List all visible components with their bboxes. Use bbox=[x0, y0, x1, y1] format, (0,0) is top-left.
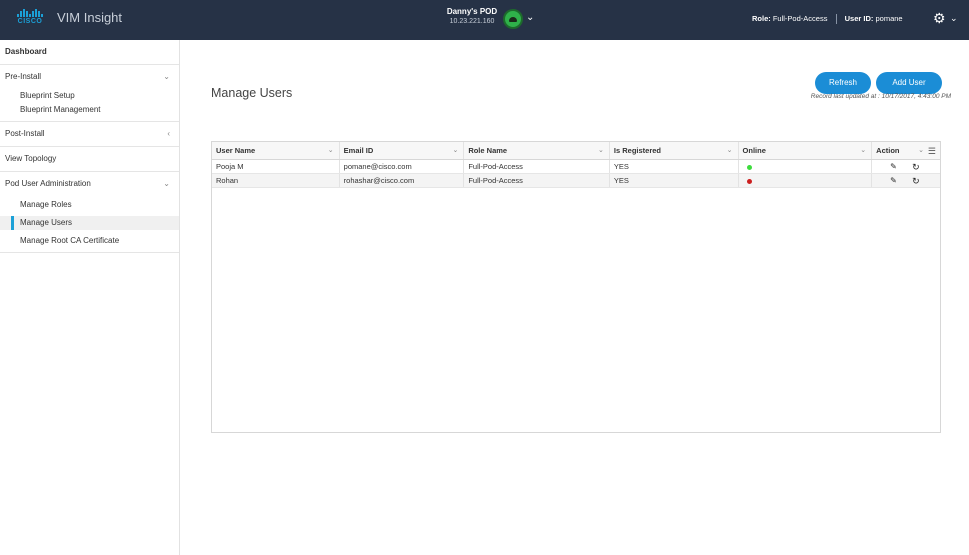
pod-ip: 10.23.221.160 bbox=[449, 18, 495, 25]
chevron-left-icon: ‹ bbox=[167, 129, 170, 138]
sidebar-item-blueprint-setup[interactable]: Blueprint Setup bbox=[0, 89, 179, 103]
chevron-down-icon: ⌄ bbox=[163, 72, 170, 81]
cisco-word: CISCO bbox=[17, 18, 43, 25]
sidebar-item-pod-user-administration[interactable]: Pod User Administration ⌄ bbox=[0, 172, 179, 196]
column-header-email[interactable]: Email ID ⌄ bbox=[340, 142, 465, 159]
cisco-logo-icon: CISCO bbox=[17, 9, 43, 26]
last-updated-text: Record last updated at : 10/17/2017, 4:4… bbox=[810, 93, 951, 100]
edit-icon[interactable]: ✎ bbox=[890, 160, 897, 173]
sidebar: Dashboard Pre-Install ⌄ Blueprint Setup … bbox=[0, 40, 180, 555]
sidebar-item-manage-users[interactable]: Manage Users bbox=[0, 216, 179, 230]
sidebar-item-manage-root-ca-certificate[interactable]: Manage Root CA Certificate bbox=[0, 234, 179, 248]
cell-email: rohashar@cisco.com bbox=[340, 174, 465, 187]
table-row[interactable]: Pooja M pomane@cisco.com Full-Pod-Access… bbox=[212, 160, 940, 174]
sort-icon[interactable]: ⌄ bbox=[328, 142, 334, 159]
cell-role-name: Full-Pod-Access bbox=[464, 174, 610, 187]
cell-user-name: Pooja M bbox=[212, 160, 340, 173]
role-label: Role: bbox=[752, 14, 771, 23]
brand[interactable]: CISCO VIM Insight bbox=[17, 9, 122, 26]
online-status-icon bbox=[746, 164, 752, 170]
add-user-button[interactable]: Add User bbox=[876, 72, 942, 94]
column-header-user-name[interactable]: User Name ⌄ bbox=[212, 142, 340, 159]
chevron-down-icon: ⌄ bbox=[163, 179, 170, 188]
table-row[interactable]: Rohan rohashar@cisco.com Full-Pod-Access… bbox=[212, 174, 940, 188]
sort-icon[interactable]: ⌄ bbox=[598, 142, 604, 159]
divider bbox=[835, 14, 837, 25]
sidebar-item-manage-roles[interactable]: Manage Roles bbox=[0, 198, 179, 212]
cell-online bbox=[739, 160, 873, 173]
cell-is-registered: YES bbox=[610, 160, 739, 173]
sort-icon[interactable]: ⌄ bbox=[918, 142, 924, 159]
app-title: VIM Insight bbox=[57, 10, 123, 25]
column-header-online[interactable]: Online ⌄ bbox=[739, 142, 873, 159]
column-header-role-name[interactable]: Role Name ⌄ bbox=[464, 142, 610, 159]
cell-online bbox=[739, 174, 873, 187]
reset-icon[interactable]: ↻ bbox=[912, 160, 920, 173]
sidebar-item-dashboard[interactable]: Dashboard bbox=[0, 40, 179, 64]
sidebar-section-pod-user-admin: Pod User Administration ⌄ Manage Roles M… bbox=[0, 172, 179, 253]
chevron-down-icon[interactable]: ⌄ bbox=[526, 12, 534, 23]
user-value: pomane bbox=[875, 14, 903, 23]
cell-user-name: Rohan bbox=[212, 174, 340, 187]
edit-icon[interactable]: ✎ bbox=[890, 174, 897, 187]
cell-role-name: Full-Pod-Access bbox=[464, 160, 610, 173]
cell-is-registered: YES bbox=[610, 174, 739, 187]
pod-name: Danny's POD bbox=[446, 7, 498, 16]
sidebar-item-post-install[interactable]: Post-Install ‹ bbox=[0, 122, 179, 146]
sidebar-section-dashboard: Dashboard bbox=[0, 40, 179, 65]
sidebar-item-blueprint-management[interactable]: Blueprint Management bbox=[0, 103, 179, 117]
page-title: Manage Users bbox=[211, 86, 293, 100]
sidebar-section-preinstall: Pre-Install ⌄ Blueprint Setup Blueprint … bbox=[0, 65, 179, 122]
user-info: Role: Full-Pod-Access User ID: pomane bbox=[752, 14, 903, 25]
offline-status-icon bbox=[746, 178, 752, 184]
column-menu-icon[interactable]: ☰ bbox=[928, 142, 936, 159]
sidebar-item-label: Pod User Administration bbox=[5, 179, 91, 188]
cell-email: pomane@cisco.com bbox=[340, 160, 465, 173]
table-header: User Name ⌄ Email ID ⌄ Role Name ⌄ Is Regis… bbox=[212, 142, 940, 160]
chevron-down-icon[interactable]: ⌄ bbox=[950, 13, 958, 24]
column-header-action[interactable]: Action ⌄ ☰ bbox=[872, 142, 940, 159]
gear-icon[interactable]: ⚙ bbox=[933, 10, 946, 27]
sidebar-section-topology: View Topology bbox=[0, 147, 179, 172]
sidebar-section-postinstall: Post-Install ‹ bbox=[0, 122, 179, 147]
role-value: Full-Pod-Access bbox=[772, 14, 828, 23]
pod-selector[interactable]: Danny's POD 10.23.221.160 bbox=[440, 6, 504, 27]
cloud-status-icon[interactable] bbox=[503, 9, 523, 29]
sort-icon[interactable]: ⌄ bbox=[727, 142, 733, 159]
cell-action: ✎ ↻ bbox=[872, 160, 940, 173]
sidebar-item-view-topology[interactable]: View Topology bbox=[0, 147, 179, 171]
refresh-button[interactable]: Refresh bbox=[815, 72, 871, 94]
sort-icon[interactable]: ⌄ bbox=[452, 142, 458, 159]
reset-icon[interactable]: ↻ bbox=[912, 174, 920, 187]
column-header-is-registered[interactable]: Is Registered ⌄ bbox=[610, 142, 739, 159]
sidebar-item-label: Post-Install bbox=[5, 129, 45, 138]
top-bar: CISCO VIM Insight Danny's POD 10.23.221.… bbox=[0, 0, 969, 40]
sort-icon[interactable]: ⌄ bbox=[860, 142, 866, 159]
users-table: User Name ⌄ Email ID ⌄ Role Name ⌄ Is Regis… bbox=[211, 141, 941, 433]
sidebar-item-label: Pre-Install bbox=[5, 72, 42, 81]
cell-action: ✎ ↻ bbox=[872, 174, 940, 187]
user-label: User ID: bbox=[844, 14, 874, 23]
sidebar-item-pre-install[interactable]: Pre-Install ⌄ bbox=[0, 65, 179, 89]
